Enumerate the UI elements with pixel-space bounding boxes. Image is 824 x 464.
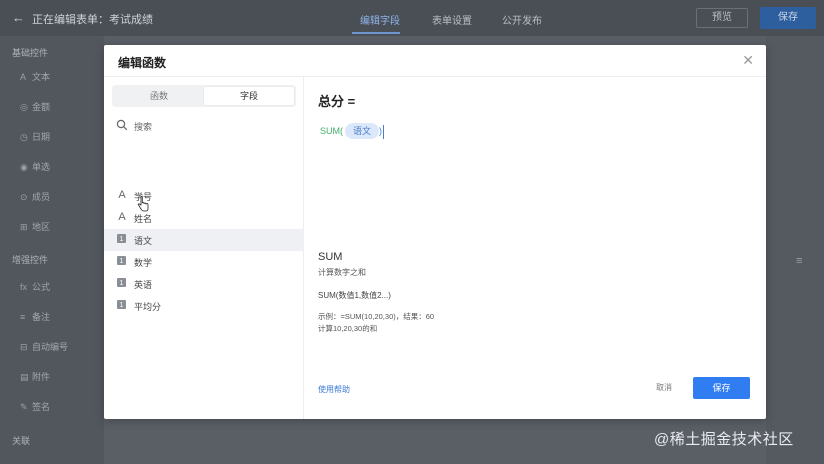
- app-title: 正在编辑表单：考试成绩: [32, 14, 153, 26]
- formula-function-name: SUM(: [320, 126, 343, 136]
- segmented-control: 函数 字段: [112, 85, 296, 107]
- tab-functions[interactable]: 函数: [114, 87, 204, 105]
- arrow-left-icon[interactable]: ←: [12, 10, 25, 25]
- tab-publish[interactable]: 公开发布: [502, 12, 542, 27]
- auto-number-icon: ⊟: [20, 342, 28, 352]
- app-save-button[interactable]: 保存: [760, 7, 816, 29]
- control-sidebar: [0, 36, 104, 464]
- usage-help-link[interactable]: 使用帮助: [318, 384, 350, 395]
- field-chip[interactable]: 语文: [345, 123, 380, 139]
- sidebar-section-advanced: 增强控件: [12, 255, 49, 265]
- number-field-icon: 1: [117, 234, 126, 243]
- edit-function-dialog: 编辑函数 ✕ 函数 字段 A 学号 A 姓名 1 语文 1 数学: [104, 45, 766, 419]
- help-syntax: SUM(数值1,数值2...): [318, 291, 391, 300]
- text-field-icon: A: [118, 211, 126, 223]
- field-item-student-id[interactable]: A 学号: [104, 185, 304, 207]
- member-icon: ⊙: [20, 192, 28, 202]
- note-icon: ≡: [20, 312, 26, 322]
- help-description: 计算数字之和: [318, 268, 366, 277]
- text-icon: A: [20, 72, 27, 82]
- number-field-icon: 1: [117, 300, 126, 309]
- tab-form-settings[interactable]: 表单设置: [432, 12, 472, 27]
- sidebar-item[interactable]: ⊙ 成员: [20, 190, 50, 203]
- attachment-icon: ▤: [20, 372, 29, 382]
- region-icon: ⊞: [20, 222, 28, 232]
- field-picker-pane: 函数 字段 A 学号 A 姓名 1 语文 1 数学 1 英语: [104, 77, 304, 419]
- sidebar-section-relation: 关联: [12, 436, 31, 446]
- app-topbar: ← 正在编辑表单：考试成绩 编辑字段 表单设置 公开发布 预览 保存: [0, 0, 824, 36]
- preview-button[interactable]: 预览: [696, 8, 748, 28]
- sidebar-item[interactable]: ⊞ 地区: [20, 220, 50, 233]
- sidebar-item[interactable]: ◉ 单选: [20, 160, 50, 173]
- close-icon[interactable]: ✕: [742, 52, 754, 69]
- field-item-chinese[interactable]: 1 语文: [104, 229, 304, 251]
- sidebar-item[interactable]: ⊟ 自动编号: [20, 340, 68, 353]
- menu-icon[interactable]: ≡: [796, 255, 802, 267]
- active-tab-indicator: [352, 32, 400, 34]
- sidebar-item[interactable]: ✎ 签名: [20, 400, 50, 413]
- field-item-name[interactable]: A 姓名: [104, 207, 304, 229]
- sidebar-item[interactable]: fx 公式: [20, 280, 50, 293]
- formula-target-label: 总分 =: [318, 94, 356, 109]
- formula-close-paren: ): [379, 126, 383, 136]
- field-item-english[interactable]: 1 英语: [104, 273, 304, 295]
- search-input[interactable]: [134, 119, 284, 135]
- help-example: 示例：=SUM(10,20,30)，结果：60 计算10,20,30的和: [318, 312, 435, 333]
- sidebar-item[interactable]: A 文本: [20, 70, 50, 83]
- text-field-icon: A: [118, 189, 126, 201]
- properties-panel: [766, 36, 824, 464]
- help-function-name: SUM: [318, 251, 343, 263]
- search-icon: [116, 119, 128, 131]
- tab-edit-fields[interactable]: 编辑字段: [360, 12, 400, 27]
- number-field-icon: 1: [117, 256, 126, 265]
- formula-input[interactable]: SUM(语文): [320, 123, 385, 141]
- watermark: @稀土掘金技术社区: [654, 431, 794, 448]
- cancel-button[interactable]: 取消: [646, 380, 682, 396]
- dialog-title: 编辑函数: [118, 56, 167, 70]
- signature-icon: ✎: [20, 402, 28, 412]
- amount-icon: ◎: [20, 102, 28, 112]
- mouse-pointer-icon: [137, 196, 149, 212]
- formula-editor-pane: 总分 = SUM(语文) SUM 计算数字之和 SUM(数值1,数值2...) …: [304, 77, 766, 419]
- field-item-average[interactable]: 1 平均分: [104, 295, 304, 317]
- sidebar-section-basic: 基础控件: [12, 48, 49, 58]
- radio-icon: ◉: [20, 162, 28, 172]
- search-box: [114, 117, 294, 137]
- sidebar-item[interactable]: ≡ 备注: [20, 310, 50, 323]
- dialog-header: 编辑函数 ✕: [104, 45, 766, 77]
- clock-icon: ◷: [20, 132, 28, 142]
- sidebar-item[interactable]: ◷ 日期: [20, 130, 50, 143]
- formula-icon: fx: [20, 282, 28, 292]
- tab-fields[interactable]: 字段: [204, 87, 294, 105]
- sidebar-item[interactable]: ▤ 附件: [20, 370, 50, 383]
- field-item-math[interactable]: 1 数学: [104, 251, 304, 273]
- save-button[interactable]: 保存: [693, 377, 750, 399]
- function-help: SUM 计算数字之和 SUM(数值1,数值2...) 示例：=SUM(10,20…: [318, 251, 718, 335]
- sidebar-item[interactable]: ◎ 金额: [20, 100, 50, 113]
- number-field-icon: 1: [117, 278, 126, 287]
- text-caret: [383, 124, 385, 139]
